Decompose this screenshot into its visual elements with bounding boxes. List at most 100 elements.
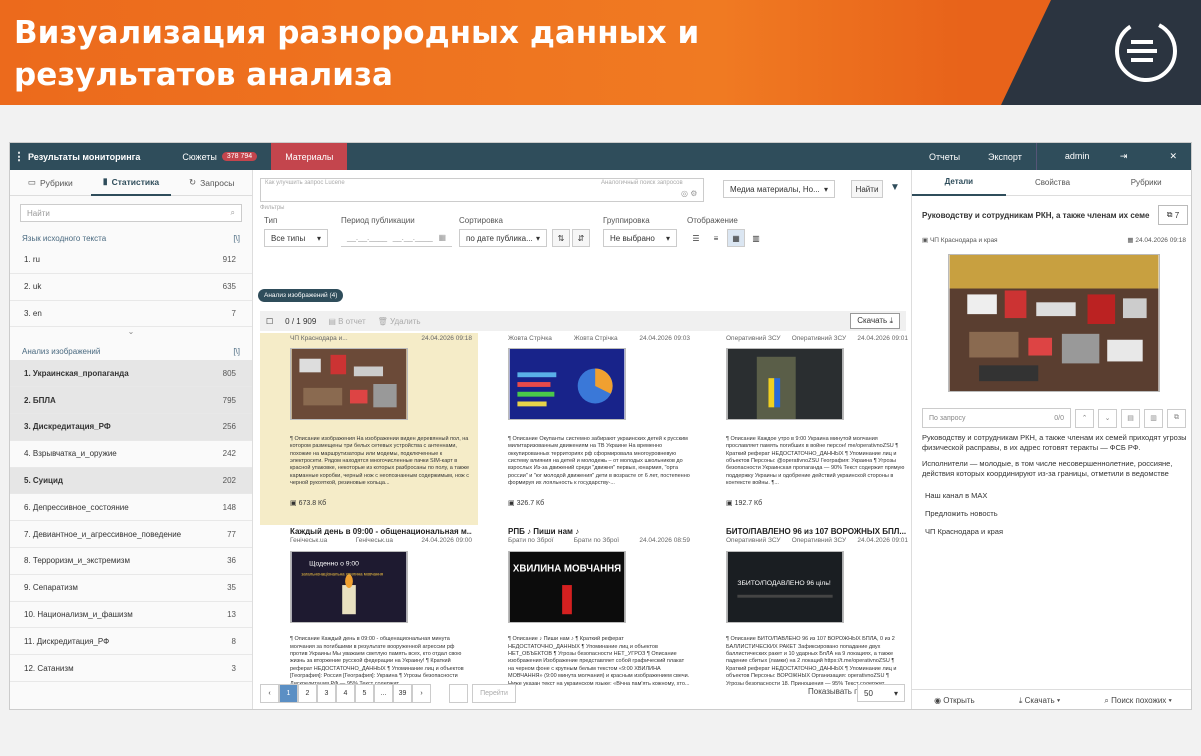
next-match-icon[interactable]: ⌄: [1098, 408, 1117, 428]
period-input[interactable]: __.__.____ __.__.____ ▦: [341, 229, 452, 247]
category-row[interactable]: 7. Девиантное_и_агрессивное_поведение 77: [10, 521, 252, 548]
card-thumbnail[interactable]: [726, 348, 844, 421]
category-row[interactable]: 10. Национализм_и_фашизм 13: [10, 602, 252, 629]
image-analysis-chip[interactable]: Анализ изображений (4): [258, 289, 344, 302]
card-date: 24.04.2026 09:00: [421, 537, 472, 545]
card-thumbnail[interactable]: ЗБИТО/ПОДАВЛЕНО 96 ціль!: [726, 550, 844, 623]
list-icon[interactable]: ▥: [1144, 408, 1163, 428]
download-detail-button[interactable]: ⤓ Скачать ▾: [1019, 696, 1060, 706]
category-row[interactable]: 3. en 7: [10, 301, 252, 328]
collapse-icon[interactable]: [\]: [233, 234, 240, 243]
material-card[interactable]: Оперативний ЗСУ Оперативний ЗСУ 24.04.2026…: [696, 333, 914, 525]
detail-link[interactable]: ЧП Краснодара и края: [925, 527, 1003, 536]
prev-page-icon[interactable]: ‹: [260, 683, 279, 703]
category-row[interactable]: 1. Украинская_пропаганда 805: [10, 360, 252, 388]
report-icon: ▤: [328, 316, 336, 326]
material-card[interactable]: ЧП Краснодара и... 24.04.2026 09:18 ¶ Опи…: [260, 333, 478, 525]
sort-asc-icon[interactable]: ⇅: [552, 229, 570, 247]
export-link[interactable]: Экспорт: [974, 152, 1036, 162]
compact-view-icon[interactable]: ≡: [707, 229, 725, 247]
tile-view-icon[interactable]: ▥: [747, 229, 765, 247]
sort-select-value: по дате публика...: [466, 233, 533, 243]
download-label: Скачать: [857, 316, 888, 325]
category-row[interactable]: 12. Сатанизм 3: [10, 655, 252, 682]
detail-link[interactable]: Наш канал в MAX: [925, 491, 987, 500]
tab-stories[interactable]: Сюжеты 378 794: [168, 143, 271, 170]
tab-properties[interactable]: Свойства: [1006, 170, 1100, 196]
card-thumbnail[interactable]: [508, 348, 626, 421]
card-thumbnail[interactable]: ХВИЛИНА МОВЧАННЯ: [508, 550, 626, 623]
left-search-input[interactable]: Найти ⌕: [20, 204, 242, 222]
delete-button[interactable]: 🗑 Удалить: [378, 317, 421, 326]
query-nav-input[interactable]: По запросу 0/0: [922, 408, 1071, 428]
category-row[interactable]: 1. ru 912: [10, 247, 252, 274]
go-button[interactable]: Перейти: [472, 683, 516, 703]
in-report-button[interactable]: ▤ В отчет: [328, 317, 365, 326]
prev-match-icon[interactable]: ⌃: [1075, 408, 1094, 428]
category-row[interactable]: 3. Дискредитация_РФ 256: [10, 413, 252, 441]
tab-statistics[interactable]: ▮ Статистика: [90, 170, 172, 196]
filter-icon[interactable]: ▼: [890, 182, 900, 193]
page-button[interactable]: 4: [336, 683, 355, 703]
menu-dots-icon[interactable]: ⋮: [10, 150, 28, 163]
page-number-input[interactable]: [449, 683, 468, 703]
category-row[interactable]: 5. Суицид 202: [10, 467, 252, 495]
category-count: 635: [222, 282, 236, 292]
download-button[interactable]: Скачать ⤓: [850, 313, 900, 329]
grid-view-icon[interactable]: ▦: [727, 229, 745, 247]
open-button[interactable]: ◉ Открыть: [934, 696, 975, 705]
user-menu[interactable]: admin ⇥: [1037, 151, 1156, 162]
expand-chevron-icon[interactable]: ⌄: [10, 327, 252, 343]
similar-search-button[interactable]: ⌕ Поиск похожих ▾: [1104, 696, 1171, 706]
sort-select[interactable]: по дате публика... ▾: [459, 229, 547, 247]
card-thumbnail[interactable]: [290, 348, 408, 421]
reports-link[interactable]: Отчеты: [915, 152, 974, 162]
material-card[interactable]: РПБ ♪ Пиши нам ♪ Брати по Зброї Брати по …: [478, 525, 696, 687]
tab-queries[interactable]: ↻ Запросы: [171, 170, 252, 196]
page-button[interactable]: 39: [393, 683, 412, 703]
tools-icon[interactable]: ✕: [1155, 151, 1191, 162]
next-page-icon[interactable]: ›: [412, 683, 431, 703]
category-row[interactable]: 6. Депрессивное_состояние 148: [10, 494, 252, 522]
card-thumbnail[interactable]: Щоденно о 9:00 загальнонаціональна хвилин…: [290, 550, 408, 623]
page-button[interactable]: 3: [317, 683, 336, 703]
tab-right-rubrics[interactable]: Рубрики: [1099, 170, 1191, 196]
tab-details[interactable]: Детали: [912, 170, 1006, 196]
query-input[interactable]: Как улучшить запрос Lucene Аналогичный п…: [260, 178, 704, 202]
chevron-down-icon: ▾: [665, 233, 670, 243]
category-row[interactable]: 8. Терроризм_и_экстремизм 36: [10, 548, 252, 575]
category-row[interactable]: 2. uk 635: [10, 274, 252, 301]
copy-icon[interactable]: ⧉: [1167, 408, 1186, 428]
category-row[interactable]: 9. Сепаратизм 35: [10, 575, 252, 602]
material-card[interactable]: Жовта Стрічка Жовта Стрічка 24.04.2026 09:…: [478, 333, 696, 525]
sort-desc-icon[interactable]: ⇵: [572, 229, 590, 247]
category-row[interactable]: 2. БПЛА 795: [10, 387, 252, 414]
select-all-checkbox[interactable]: ☐: [266, 317, 273, 326]
document-icon[interactable]: ▤: [1121, 408, 1140, 428]
type-select[interactable]: Все типы ▾: [264, 229, 328, 247]
page-button[interactable]: 5: [355, 683, 374, 703]
tab-materials[interactable]: Материалы: [271, 143, 348, 170]
group-select[interactable]: Не выбрано ▾: [603, 229, 677, 247]
list-view-icon[interactable]: ☰: [687, 229, 705, 247]
material-card[interactable]: БИТО/ПАВЛЕНО 96 из 107 ВОРОЖНЫХ БПЛ... О…: [696, 525, 914, 687]
detail-image[interactable]: [948, 254, 1160, 392]
page-button[interactable]: 1: [279, 683, 298, 703]
detail-link[interactable]: Предложить новость: [925, 509, 998, 518]
material-card[interactable]: Каждый день в 09:00 - общенациональная м…: [260, 525, 478, 687]
tab-rubrics[interactable]: ▭ Рубрики: [10, 170, 91, 196]
chevron-down-icon: ▾: [823, 184, 828, 194]
logout-icon[interactable]: ⇥: [1106, 151, 1142, 161]
page-button[interactable]: 2: [298, 683, 317, 703]
detail-source[interactable]: ▣ ЧП Краснодара и края: [922, 236, 998, 244]
category-row[interactable]: 11. Дискредитация_РФ 8: [10, 628, 252, 656]
category-label: 11. Дискредитация_РФ: [24, 636, 110, 646]
collapse-icon[interactable]: [\]: [233, 347, 240, 356]
query-options-icon[interactable]: ◎ ⚙: [681, 189, 697, 198]
find-button[interactable]: Найти: [851, 180, 883, 198]
similar-count-button[interactable]: ⧉ 7: [1158, 205, 1188, 225]
page-size-select[interactable]: 50 ▾: [857, 684, 905, 702]
calendar-icon[interactable]: ▦: [438, 233, 446, 242]
category-row[interactable]: 4. Взрывчатка_и_оружие 242: [10, 441, 252, 468]
source-select[interactable]: Медиа материалы, Но... ▾: [723, 180, 835, 198]
